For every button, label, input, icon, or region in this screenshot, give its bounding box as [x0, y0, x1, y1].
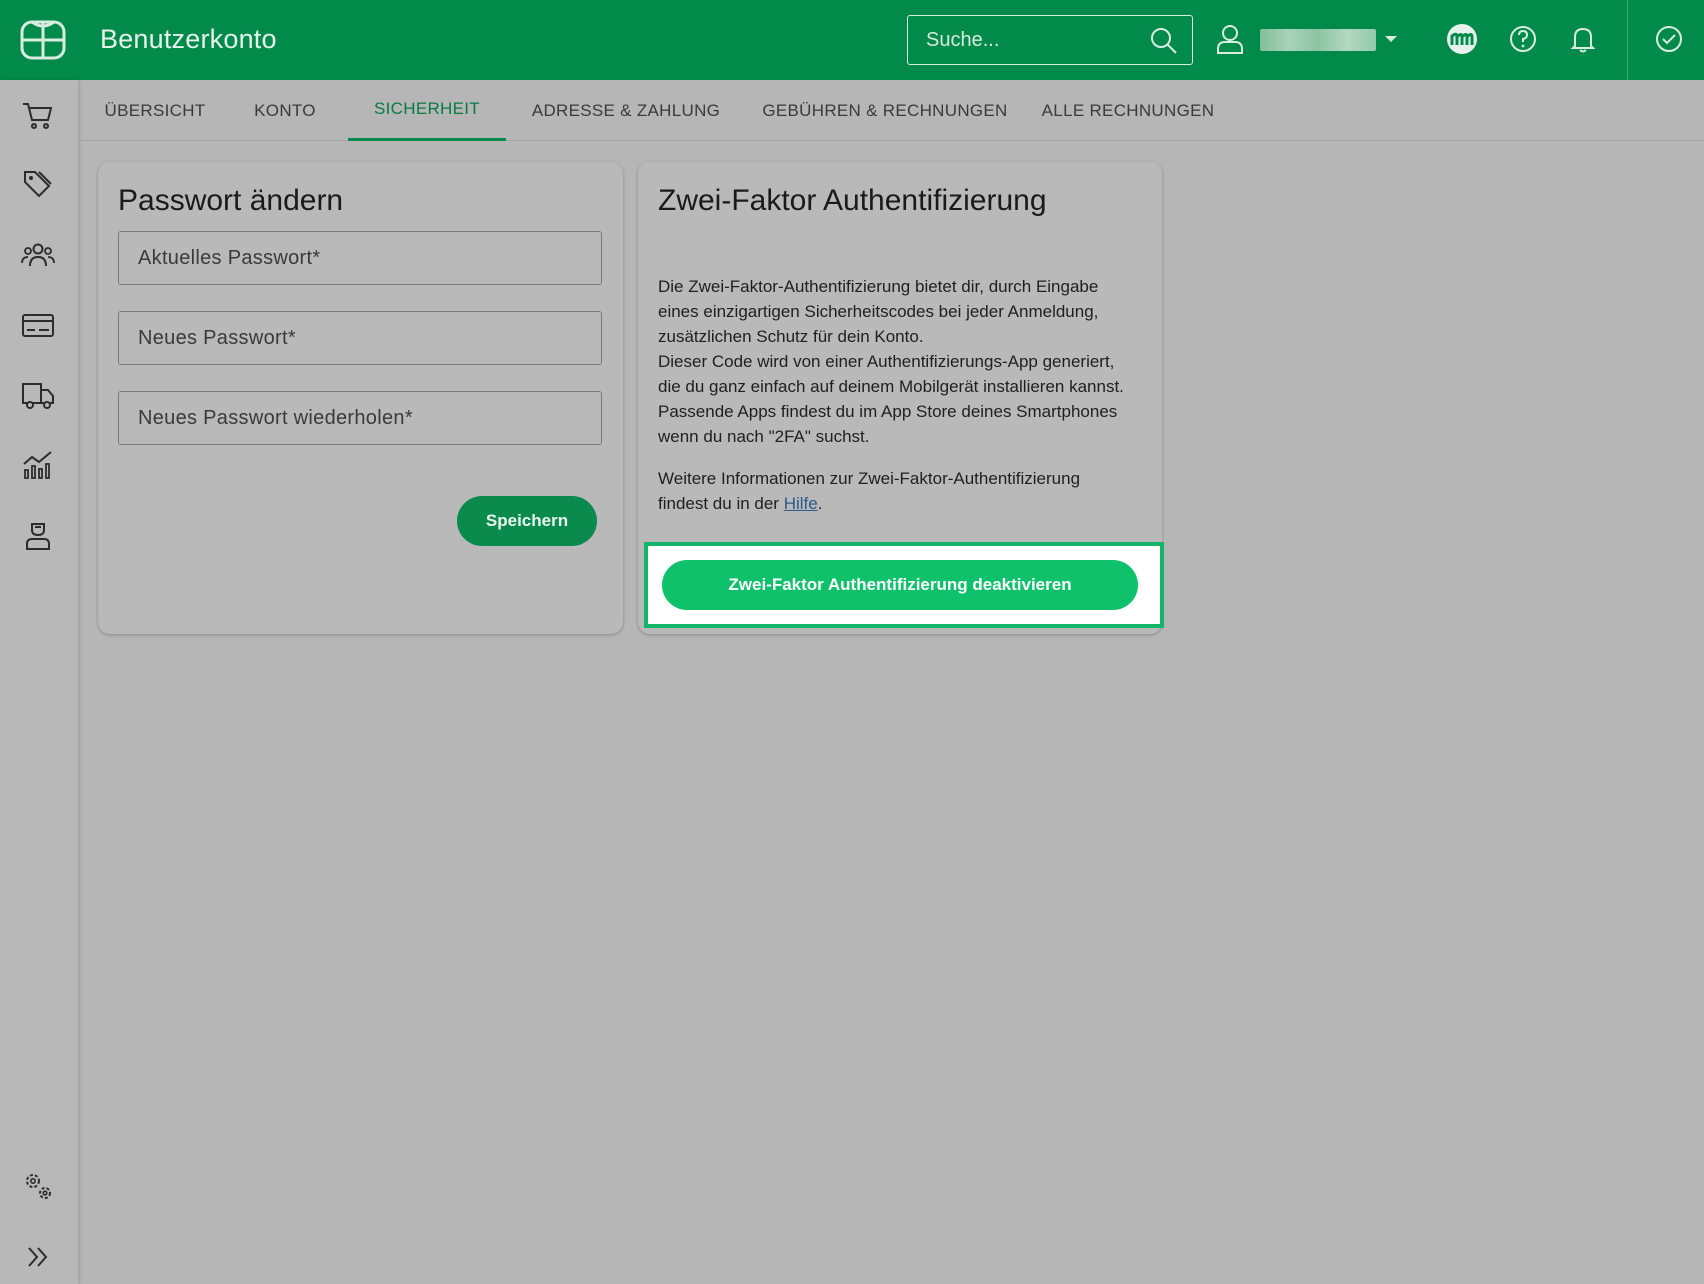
- chart-icon[interactable]: [21, 448, 55, 482]
- dropdown-caret-icon[interactable]: [1384, 34, 1398, 44]
- settings-icon[interactable]: [21, 1170, 55, 1204]
- password-card-title: Passwort ändern: [118, 184, 344, 217]
- twofa-more-info: Weitere Informationen zur Zwei-Faktor-Au…: [658, 466, 1148, 516]
- twofa-description-line: Die Zwei-Faktor-Authentifizierung bietet…: [658, 277, 1099, 296]
- repeat-password-field[interactable]: [118, 391, 602, 445]
- twofa-more-info-line: findest du in der Hilfe.: [658, 491, 1148, 516]
- repeat-password-input[interactable]: [119, 406, 601, 430]
- twofa-description-line: Dieser Code wird von einer Authentifizie…: [658, 352, 1115, 371]
- tab-gebuehren-rechnungen[interactable]: GEBÜHREN & RECHNUNGEN: [760, 80, 1010, 141]
- user-icon[interactable]: [1216, 24, 1244, 54]
- tab-uebersicht[interactable]: ÜBERSICHT: [90, 80, 220, 141]
- twofa-more-info-prefix: findest du in der: [658, 494, 784, 513]
- topbar-divider: [1627, 0, 1628, 80]
- tags-icon[interactable]: [21, 168, 55, 202]
- help-icon[interactable]: [1506, 22, 1540, 56]
- help-link[interactable]: Hilfe: [784, 494, 818, 513]
- bell-icon[interactable]: [1566, 22, 1600, 56]
- twofa-card-title: Zwei-Faktor Authentifizierung: [658, 184, 1047, 217]
- tab-adresse-zahlung[interactable]: ADRESSE & ZAHLUNG: [526, 80, 726, 141]
- partner-logo-icon[interactable]: [1445, 22, 1479, 56]
- search-box[interactable]: [907, 15, 1193, 65]
- logo-icon[interactable]: [20, 20, 66, 60]
- check-circle-icon[interactable]: [1652, 22, 1686, 56]
- twofa-description-line: zusätzlichen Schutz für dein Konto.: [658, 327, 924, 346]
- tab-bar: ÜBERSICHT KONTO SICHERHEIT ADRESSE & ZAH…: [80, 80, 1704, 141]
- password-card: Passwort ändern Speichern: [98, 162, 623, 634]
- current-password-input[interactable]: [119, 246, 601, 270]
- search-input[interactable]: [908, 28, 1138, 52]
- truck-icon[interactable]: [21, 378, 55, 412]
- users-icon[interactable]: [21, 238, 55, 272]
- tab-konto[interactable]: KONTO: [240, 80, 330, 141]
- twofa-more-info-suffix: .: [817, 494, 823, 513]
- new-password-input[interactable]: [119, 326, 601, 350]
- sidebar: [0, 80, 78, 1284]
- cart-icon[interactable]: [21, 98, 55, 132]
- new-password-field[interactable]: [118, 311, 602, 365]
- save-button[interactable]: Speichern: [457, 496, 597, 546]
- deactivate-highlight-box: Zwei-Faktor Authentifizierung deaktivier…: [644, 542, 1164, 628]
- twofa-description-line: eines einzigartigen Sicherheitscodes bei…: [658, 302, 1099, 321]
- tab-sicherheit[interactable]: SICHERHEIT: [348, 80, 506, 141]
- search-icon[interactable]: [1150, 27, 1178, 55]
- twofa-description-line: Passende Apps findest du im App Store de…: [658, 402, 1118, 421]
- twofa-description: Die Zwei-Faktor-Authentifizierung bietet…: [658, 274, 1148, 449]
- page-title: Benutzerkonto: [100, 24, 277, 54]
- top-bar: Benutzerkonto: [0, 0, 1704, 80]
- support-agent-icon[interactable]: [21, 518, 55, 552]
- expand-icon[interactable]: [21, 1240, 55, 1274]
- user-name-blurred[interactable]: [1260, 29, 1376, 51]
- current-password-field[interactable]: [118, 231, 602, 285]
- twofa-card: Zwei-Faktor Authentifizierung Die Zwei-F…: [638, 162, 1164, 634]
- tab-alle-rechnungen[interactable]: ALLE RECHNUNGEN: [1040, 80, 1216, 141]
- twofa-description-line: wenn du nach "2FA" suchst.: [658, 427, 870, 446]
- twofa-more-info-line: Weitere Informationen zur Zwei-Faktor-Au…: [658, 469, 1081, 488]
- credit-card-icon[interactable]: [21, 308, 55, 342]
- twofa-description-line: die du ganz einfach auf deinem Mobilgerä…: [658, 377, 1124, 396]
- deactivate-2fa-button[interactable]: Zwei-Faktor Authentifizierung deaktivier…: [662, 560, 1138, 610]
